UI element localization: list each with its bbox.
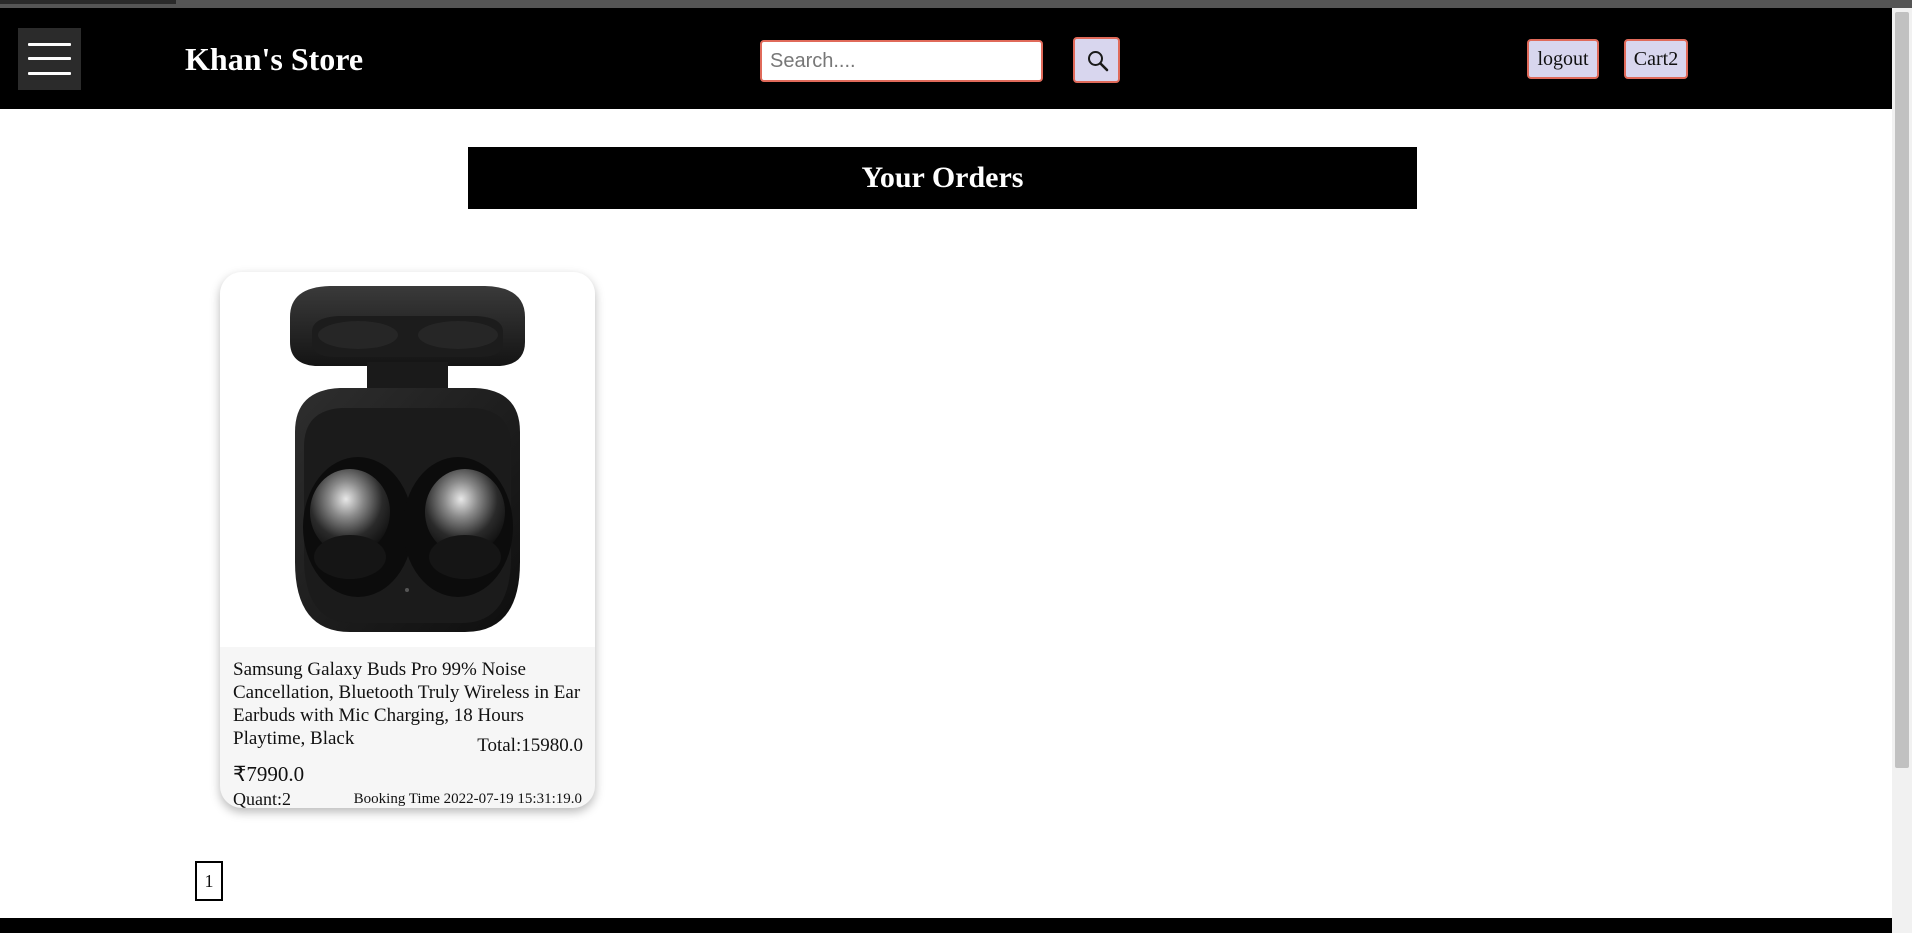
hamburger-menu-icon (28, 43, 71, 46)
search-button[interactable] (1073, 37, 1120, 83)
order-quantity: Quant:2 (233, 789, 291, 808)
logout-button[interactable]: logout (1527, 39, 1599, 79)
brand-title: Khan's Store (185, 41, 364, 77)
order-card[interactable]: Samsung Galaxy Buds Pro 99% Noise Cancel… (220, 272, 595, 808)
magnifier-icon (1088, 51, 1109, 72)
search-input[interactable] (760, 40, 1043, 82)
booking-time: Booking Time 2022-07-19 15:31:19.0 (353, 791, 582, 807)
vertical-scrollbar[interactable] (1892, 8, 1912, 933)
hamburger-menu-icon-bar (28, 57, 71, 60)
page: Khan's Store logout Cart2 Your Orders (0, 0, 1912, 933)
browser-top-strip (0, 0, 1912, 8)
scrollbar-thumb[interactable] (1895, 12, 1909, 768)
footer (0, 918, 1892, 933)
hamburger-menu-icon-bar (28, 72, 71, 75)
order-total: Total:15980.0 (477, 735, 583, 756)
cart-button[interactable]: Cart2 (1624, 39, 1688, 79)
orders-heading: Your Orders (468, 147, 1417, 209)
product-price: ₹7990.0 (233, 762, 305, 786)
earbuds-case-image (290, 286, 525, 632)
pagination-page-1[interactable]: 1 (195, 861, 223, 901)
hamburger-menu-button[interactable] (18, 28, 81, 90)
product-image (220, 272, 595, 647)
navbar: Khan's Store logout Cart2 (0, 8, 1892, 109)
